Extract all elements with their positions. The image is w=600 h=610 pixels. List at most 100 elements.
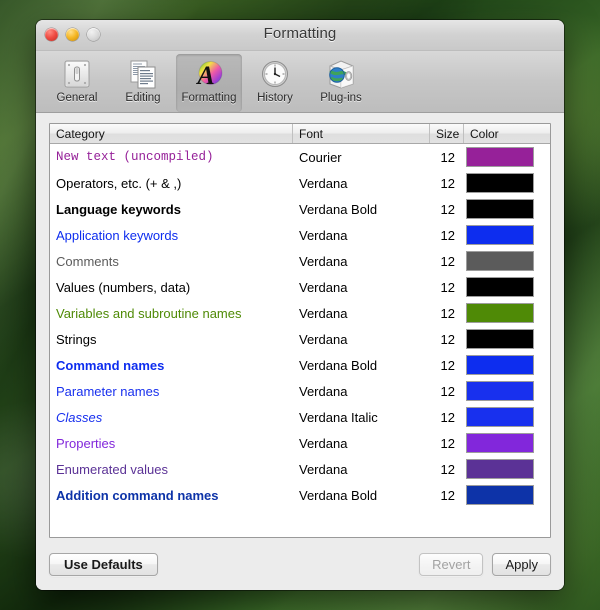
cell-font: Verdana Bold (299, 487, 378, 503)
toolbar-item-general-label: General (56, 92, 98, 104)
cell-font: Verdana Bold (299, 357, 378, 373)
color-swatch[interactable] (466, 173, 534, 193)
table-row[interactable]: New text (uncompiled) Courier 12 (50, 144, 550, 170)
cell-color[interactable] (464, 404, 536, 430)
cell-category: Command names (56, 357, 165, 373)
color-a-icon: A (192, 57, 226, 91)
cell-size: 12 (440, 435, 455, 451)
cell-category: Values (numbers, data) (56, 279, 191, 295)
switch-icon (60, 57, 94, 91)
use-defaults-button[interactable]: Use Defaults (49, 552, 158, 576)
color-swatch[interactable] (466, 251, 534, 271)
cell-font: Verdana (299, 383, 348, 399)
cell-category: Language keywords (56, 201, 181, 217)
cell-category: Operators, etc. (+ & ,) (56, 175, 182, 191)
documents-icon (126, 57, 160, 91)
color-swatch[interactable] (466, 355, 534, 375)
cell-category: Parameter names (56, 383, 160, 399)
color-swatch[interactable] (466, 225, 534, 245)
cell-size: 12 (440, 331, 455, 347)
table-header-row: Category Font Size Color (50, 124, 550, 144)
cell-color[interactable] (464, 482, 536, 508)
cell-category: Strings (56, 331, 97, 347)
color-swatch[interactable] (466, 459, 534, 479)
cell-color[interactable] (464, 196, 536, 222)
color-swatch[interactable] (466, 381, 534, 401)
cell-category: Comments (56, 253, 119, 269)
toolbar-item-editing-label: Editing (125, 92, 161, 104)
color-swatch[interactable] (466, 433, 534, 453)
globe-box-icon (324, 57, 358, 91)
svg-text:A: A (195, 61, 214, 90)
toolbar-item-general[interactable]: General (44, 54, 110, 112)
color-swatch[interactable] (466, 147, 534, 167)
table-row[interactable]: Language keywords Verdana Bold 12 (50, 196, 550, 222)
cell-size: 12 (440, 487, 455, 503)
cell-category: New text (uncompiled) (56, 150, 214, 164)
cell-size: 12 (440, 149, 455, 165)
table-row[interactable]: Classes Verdana Italic 12 (50, 404, 550, 430)
cell-size: 12 (440, 201, 455, 217)
table-row[interactable]: Properties Verdana 12 (50, 430, 550, 456)
cell-category: Properties (56, 435, 116, 451)
color-swatch[interactable] (466, 277, 534, 297)
color-swatch[interactable] (466, 303, 534, 323)
cell-font: Verdana (299, 435, 348, 451)
table-row[interactable]: Enumerated values Verdana 12 (50, 456, 550, 482)
cell-color[interactable] (464, 144, 536, 170)
cell-color[interactable] (464, 222, 536, 248)
table-row[interactable]: Strings Verdana 12 (50, 326, 550, 352)
toolbar-item-history[interactable]: History (242, 54, 308, 112)
table-row[interactable]: Parameter names Verdana 12 (50, 378, 550, 404)
color-swatch[interactable] (466, 485, 534, 505)
cell-color[interactable] (464, 170, 536, 196)
toolbar-item-plugins-label: Plug-ins (320, 92, 362, 104)
column-header-font[interactable]: Font (293, 124, 430, 143)
column-header-category[interactable]: Category (50, 124, 293, 143)
cell-category: Addition command names (56, 487, 219, 503)
table-row[interactable]: Values (numbers, data) Verdana 12 (50, 274, 550, 300)
cell-color[interactable] (464, 456, 536, 482)
color-swatch[interactable] (466, 407, 534, 427)
cell-font: Verdana Italic (299, 409, 378, 425)
table-row[interactable]: Variables and subroutine names Verdana 12 (50, 300, 550, 326)
cell-font: Courier (299, 149, 342, 165)
cell-color[interactable] (464, 352, 536, 378)
table-row[interactable]: Application keywords Verdana 12 (50, 222, 550, 248)
table-row[interactable]: Command names Verdana Bold 12 (50, 352, 550, 378)
toolbar-item-formatting[interactable]: A Formatting (176, 54, 242, 112)
table-row[interactable]: Comments Verdana 12 (50, 248, 550, 274)
cell-size: 12 (440, 461, 455, 477)
cell-font: Verdana (299, 461, 348, 477)
table-row[interactable]: Operators, etc. (+ & ,) Verdana 12 (50, 170, 550, 196)
revert-button[interactable]: Revert (419, 552, 484, 576)
window-title: Formatting (263, 25, 337, 42)
preferences-content: Category Font Size Color New text (uncom… (36, 113, 564, 538)
formatting-table: Category Font Size Color New text (uncom… (49, 123, 551, 538)
toolbar-item-history-label: History (257, 92, 293, 104)
cell-color[interactable] (464, 274, 536, 300)
table-body[interactable]: New text (uncompiled) Courier 12 Operators,… (50, 144, 550, 537)
cell-color[interactable] (464, 248, 536, 274)
cell-size: 12 (440, 409, 455, 425)
window-titlebar[interactable]: Formatting (36, 20, 564, 51)
color-swatch[interactable] (466, 199, 534, 219)
cell-category: Enumerated values (56, 461, 169, 477)
column-header-color[interactable]: Color (464, 124, 536, 143)
apply-button[interactable]: Apply (492, 552, 551, 576)
toolbar-item-plugins[interactable]: Plug-ins (308, 54, 374, 112)
cell-font: Verdana (299, 305, 348, 321)
desktop-background: Formatting General Editing A Formatting … (0, 0, 600, 610)
cell-category: Classes (56, 409, 103, 425)
cell-size: 12 (440, 383, 455, 399)
cell-color[interactable] (464, 300, 536, 326)
clock-icon (258, 57, 292, 91)
cell-color[interactable] (464, 326, 536, 352)
color-swatch[interactable] (466, 329, 534, 349)
cell-color[interactable] (464, 430, 536, 456)
column-header-size[interactable]: Size (430, 124, 464, 143)
cell-color[interactable] (464, 378, 536, 404)
toolbar-item-editing[interactable]: Editing (110, 54, 176, 112)
preferences-toolbar: General Editing A Formatting History Plu… (36, 51, 564, 113)
table-row[interactable]: Addition command names Verdana Bold 12 (50, 482, 550, 508)
